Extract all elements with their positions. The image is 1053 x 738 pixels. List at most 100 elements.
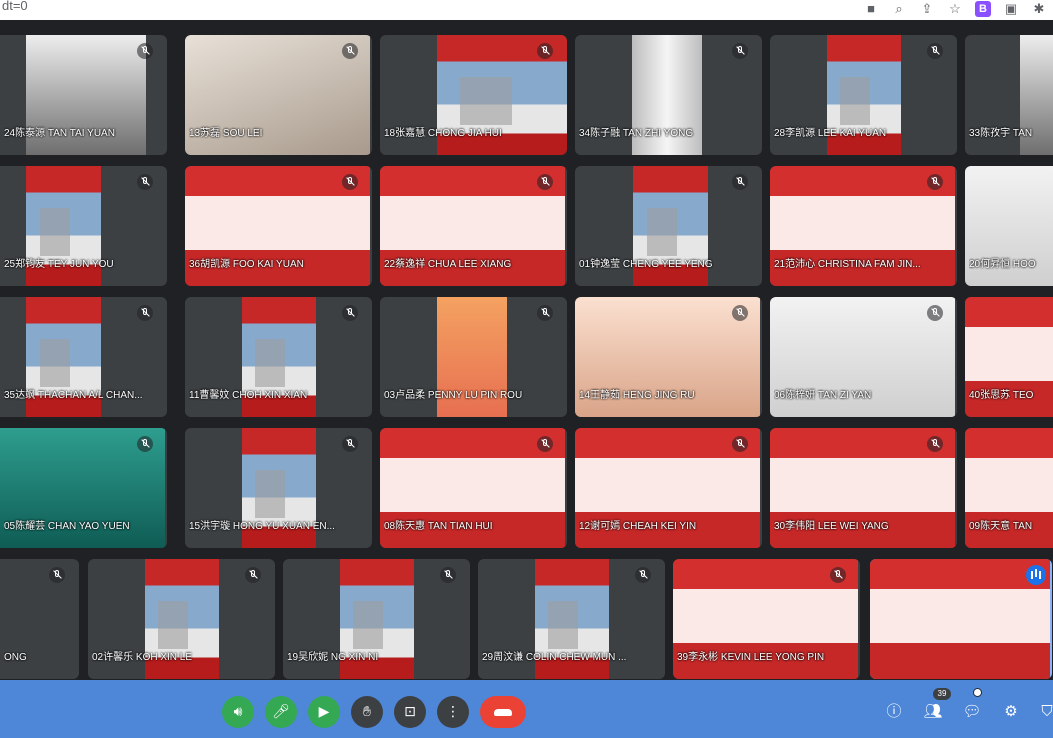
participant-tile[interactable]: 28李凯源 LEE KAI YUAN xyxy=(770,35,957,155)
more-options-icon: ⋮ xyxy=(446,704,460,720)
participant-name: 03卢品柔 PENNY LU PIN ROU xyxy=(384,390,523,401)
participant-name: 18张嘉慧 CHONG JIA HUI xyxy=(384,128,502,139)
chat-icon[interactable]: 💬︎ xyxy=(961,700,983,722)
participant-name: 12谢可嫣 CHEAH KEI YIN xyxy=(579,521,697,532)
browser-toolbar: dt=0 ■ ⌕ ⇪ ☆ B ▣ ✱ xyxy=(0,0,1053,21)
participant-name: 01钟逸莹 CHENG YEE YENG xyxy=(579,259,713,270)
chat-notification-dot xyxy=(973,688,982,697)
address-bar-fragment[interactable]: dt=0 xyxy=(2,0,28,13)
participant-tile[interactable]: 12谢可嫣 CHEAH KEI YIN xyxy=(575,428,762,548)
mic-muted-icon xyxy=(137,305,153,321)
mic-muted-icon xyxy=(49,567,65,583)
participant-name: 24陈泰源 TAN TAI YUAN xyxy=(4,128,115,139)
mic-muted-icon xyxy=(537,174,553,190)
extension-b-icon[interactable]: B xyxy=(975,1,991,17)
mic-muted-icon xyxy=(537,436,553,452)
activities-icon[interactable]: ⚙︎ xyxy=(1000,700,1022,722)
raise-hand-icon: ✋︎ xyxy=(363,704,371,720)
puzzle-icon[interactable]: ✱ xyxy=(1031,1,1047,17)
people-count-badge: 39 xyxy=(933,688,951,700)
participant-tile[interactable]: 08陈天惠 TAN TIAN HUI xyxy=(380,428,567,548)
volume-icon: 🔊︎ xyxy=(233,704,243,720)
camera-button[interactable]: ▶ xyxy=(308,696,340,728)
mic-muted-icon xyxy=(342,43,358,59)
host-controls-icon[interactable]: ⛉ xyxy=(1036,700,1053,722)
participant-tile[interactable]: 35达飒 THACHAN A/L CHAN... xyxy=(0,297,167,417)
participant-tile[interactable]: 19吴欣妮 NG XIN NI xyxy=(283,559,470,679)
participant-tile[interactable]: 39李永彬 KEVIN LEE YONG PIN xyxy=(673,559,860,679)
volume-button[interactable]: 🔊︎ xyxy=(222,696,254,728)
end-call-button[interactable] xyxy=(480,696,526,728)
participant-tile[interactable]: 36胡凯源 FOO KAI YUAN xyxy=(185,166,372,286)
present-screen-button[interactable]: ⊡ xyxy=(394,696,426,728)
meeting-controls-bar: 🔊︎ 🎤︎ ▶ ✋︎ ⊡ ⋮ ⓘ 👥︎ 39 💬︎ ⚙︎ ⛉ xyxy=(0,680,1053,738)
mic-muted-icon xyxy=(732,174,748,190)
share-icon[interactable]: ⇪ xyxy=(919,1,935,17)
mic-muted-icon xyxy=(732,305,748,321)
participant-name: 34陈子融 TAN ZHI YONG xyxy=(579,128,694,139)
mic-muted-icon xyxy=(137,43,153,59)
participant-name: 09陈天意 TAN xyxy=(969,521,1033,532)
participant-tile[interactable] xyxy=(870,559,1052,679)
participant-name: 33陈孜宇 TAN xyxy=(969,128,1033,139)
zoom-icon[interactable]: ⌕ xyxy=(891,1,907,17)
participant-tile[interactable]: 11曹馨妏 CHOH XIN XIAN xyxy=(185,297,372,417)
mic-muted-icon xyxy=(440,567,456,583)
participant-tile[interactable]: 14王静茹 HENG JING RU xyxy=(575,297,762,417)
mic-muted-icon xyxy=(342,305,358,321)
participant-name: 15洪宇璇 HONG YU XUAN EN... xyxy=(189,521,335,532)
participant-tile[interactable]: 01钟逸莹 CHENG YEE YENG xyxy=(575,166,762,286)
participant-video xyxy=(870,559,1050,679)
microphone-button[interactable]: 🎤︎ xyxy=(265,696,297,728)
mic-muted-icon xyxy=(137,436,153,452)
participant-tile[interactable]: 09陈天意 TAN xyxy=(965,428,1053,548)
mic-muted-icon xyxy=(537,43,553,59)
participant-name: 20何昇恒 HOO xyxy=(969,259,1036,270)
browser-action-icons: ■ ⌕ ⇪ ☆ B ▣ ✱ xyxy=(863,0,1047,18)
participant-tile[interactable]: 34陈子融 TAN ZHI YONG xyxy=(575,35,762,155)
people-icon[interactable]: 👥︎ xyxy=(922,700,944,722)
info-icon[interactable]: ⓘ xyxy=(883,700,905,722)
participant-tile[interactable]: 33陈孜宇 TAN xyxy=(965,35,1053,155)
participant-tile[interactable]: 18张嘉慧 CHONG JIA HUI xyxy=(380,35,567,155)
participant-name: 30李伟阳 LEE WEI YANG xyxy=(774,521,889,532)
participant-name: 36胡凯源 FOO KAI YUAN xyxy=(189,259,304,270)
participant-tile[interactable]: 15洪宇璇 HONG YU XUAN EN... xyxy=(185,428,372,548)
participant-tile[interactable]: 06陈梓妍 TAN ZI YAN xyxy=(770,297,957,417)
participant-tile[interactable]: 29周汶谦 COLIN CHEW MUN ... xyxy=(478,559,665,679)
participant-name: 13苏磊 SOU LEI xyxy=(189,128,263,139)
raise-hand-button[interactable]: ✋︎ xyxy=(351,696,383,728)
participant-name: 02许馨乐 KOH XIN LE xyxy=(92,652,193,663)
microphone-icon: 🎤︎ xyxy=(272,704,290,720)
bookmark-star-icon[interactable]: ☆ xyxy=(947,1,963,17)
participant-name: 28李凯源 LEE KAI YUAN xyxy=(774,128,887,139)
participant-name: 40张思苏 TEO xyxy=(969,390,1034,401)
extension-icon[interactable]: ▣ xyxy=(1003,1,1019,17)
participant-tile[interactable]: 05陈耀芸 CHAN YAO YUEN xyxy=(0,428,167,548)
participant-name: 39李永彬 KEVIN LEE YONG PIN xyxy=(677,652,825,663)
mic-muted-icon xyxy=(927,436,943,452)
participant-tile[interactable]: 20何昇恒 HOO xyxy=(965,166,1053,286)
participant-grid: 24陈泰源 TAN TAI YUAN 13苏磊 SOU LEI 18张嘉慧 CHON… xyxy=(0,20,1053,680)
participant-tile[interactable]: ONG xyxy=(0,559,79,679)
camera-status-icon[interactable]: ■ xyxy=(863,1,879,17)
mic-muted-icon xyxy=(137,174,153,190)
participant-tile[interactable]: 30李伟阳 LEE WEI YANG xyxy=(770,428,957,548)
mic-muted-icon xyxy=(927,43,943,59)
participant-tile[interactable]: 21范沛心 CHRISTINA FAM JIN... xyxy=(770,166,957,286)
participant-name: 29周汶谦 COLIN CHEW MUN ... xyxy=(482,652,627,663)
participant-tile[interactable]: 25郑钧友 TEY JUN YOU xyxy=(0,166,167,286)
participant-name: 05陈耀芸 CHAN YAO YUEN xyxy=(4,521,130,532)
end-call-icon xyxy=(494,708,512,716)
participant-tile[interactable]: 24陈泰源 TAN TAI YUAN xyxy=(0,35,167,155)
speaking-indicator-icon xyxy=(1026,565,1046,585)
mic-muted-icon xyxy=(732,43,748,59)
participant-tile[interactable]: 13苏磊 SOU LEI xyxy=(185,35,372,155)
participant-tile[interactable]: 02许馨乐 KOH XIN LE xyxy=(88,559,275,679)
participant-name: 35达飒 THACHAN A/L CHAN... xyxy=(4,390,143,401)
more-options-button[interactable]: ⋮ xyxy=(437,696,469,728)
participant-tile[interactable]: 40张思苏 TEO xyxy=(965,297,1053,417)
mic-muted-icon xyxy=(245,567,261,583)
participant-tile[interactable]: 03卢品柔 PENNY LU PIN ROU xyxy=(380,297,567,417)
participant-tile[interactable]: 22蔡逸祥 CHUA LEE XIANG xyxy=(380,166,567,286)
